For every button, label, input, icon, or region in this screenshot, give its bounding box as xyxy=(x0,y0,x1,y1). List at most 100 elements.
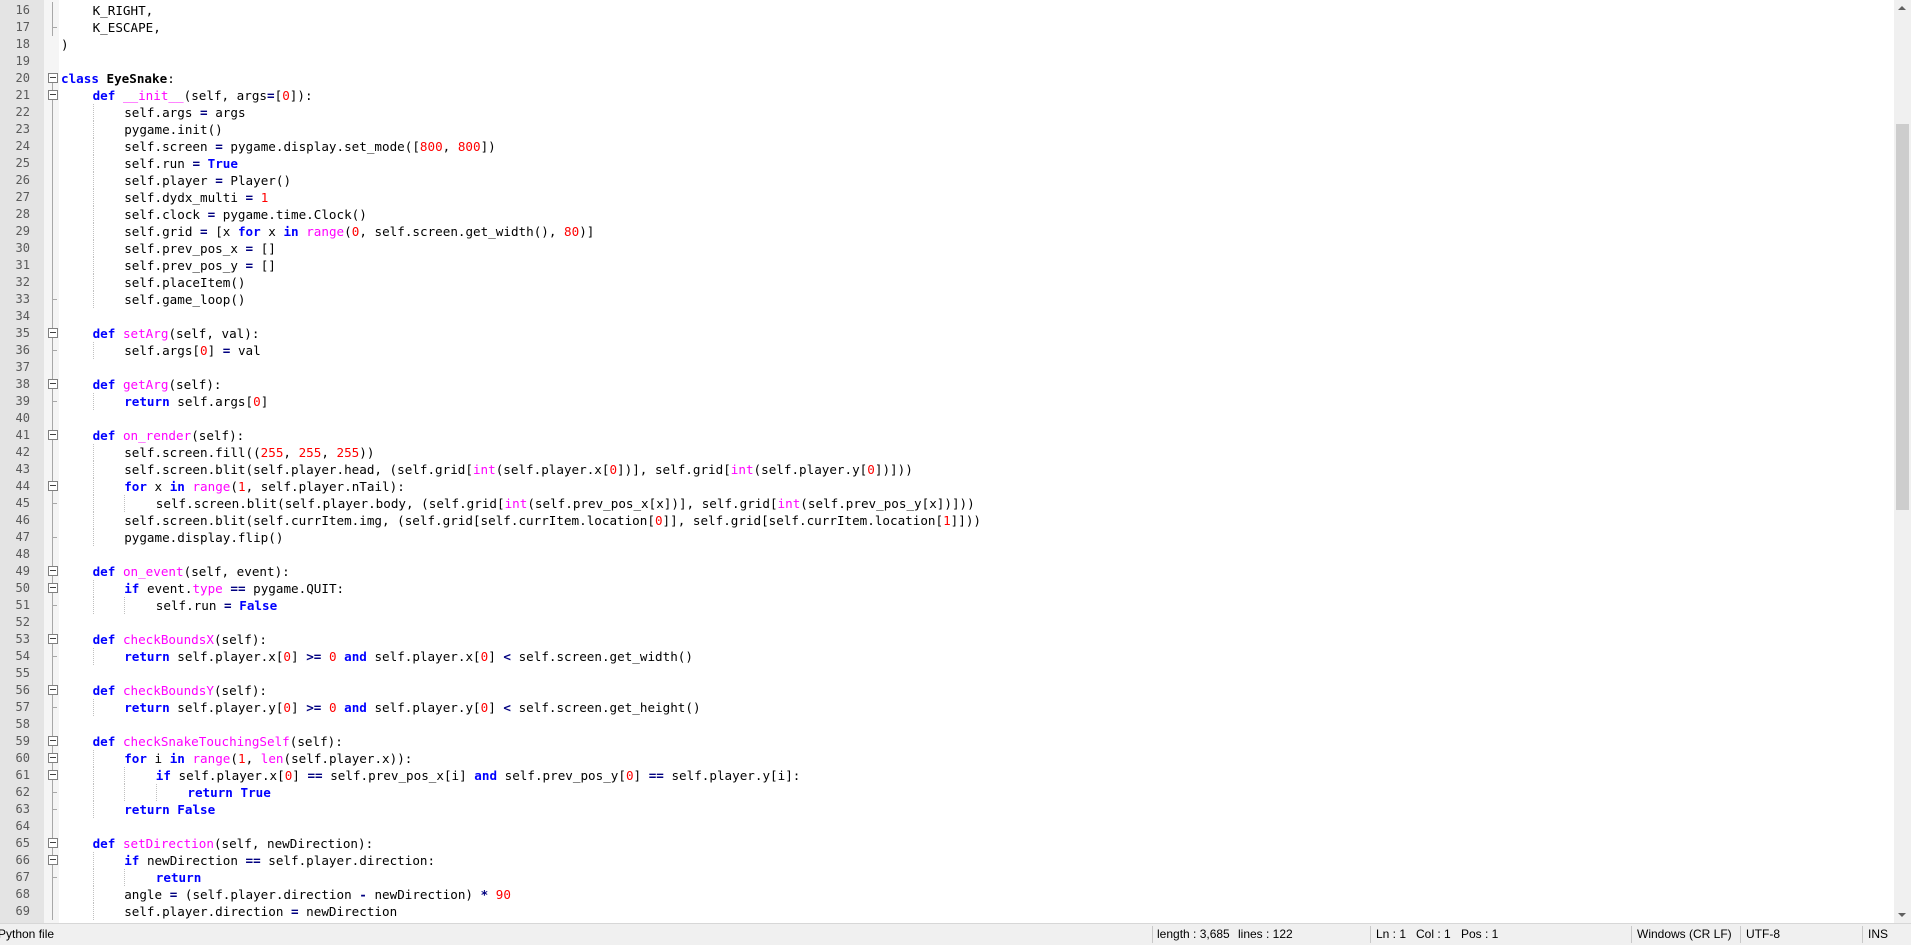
fold-toggle-icon[interactable] xyxy=(48,767,58,784)
code-token: self.screen.get_width() xyxy=(510,649,693,664)
code-line[interactable]: 32 self.placeItem() xyxy=(0,274,1894,291)
scroll-down-button[interactable] xyxy=(1894,906,1911,923)
fold-line xyxy=(48,410,58,427)
code-line[interactable]: 54 return self.player.x[0] >= 0 and self.… xyxy=(0,648,1894,665)
code-line[interactable]: 29 self.grid = [x for x in range(0, self.… xyxy=(0,223,1894,240)
fold-toggle-icon[interactable] xyxy=(48,87,58,104)
scroll-up-button[interactable] xyxy=(1894,0,1911,17)
fold-toggle-icon[interactable] xyxy=(48,631,58,648)
fold-toggle-icon[interactable] xyxy=(48,733,58,750)
fold-toggle-icon[interactable] xyxy=(48,835,58,852)
line-number: 44 xyxy=(15,479,30,493)
code-line[interactable]: 22 self.args = args xyxy=(0,104,1894,121)
code-token: ] xyxy=(488,649,504,664)
code-line[interactable]: 20 class EyeSnake: xyxy=(0,70,1894,87)
fold-line xyxy=(48,716,58,733)
code-line[interactable]: 39 return self.args[0] xyxy=(0,393,1894,410)
code-line[interactable]: 19 xyxy=(0,53,1894,70)
code-line[interactable]: 50 if event.type == pygame.QUIT: xyxy=(0,580,1894,597)
code-line[interactable]: 53 def checkBoundsX(self): xyxy=(0,631,1894,648)
code-line[interactable]: 59 def checkSnakeTouchingSelf(self): xyxy=(0,733,1894,750)
code-line[interactable]: 38 def getArg(self): xyxy=(0,376,1894,393)
fold-blank xyxy=(48,36,58,53)
code-line[interactable]: 21 def __init__(self, args=[0]): xyxy=(0,87,1894,104)
code-line[interactable]: 26 self.player = Player() xyxy=(0,172,1894,189)
fold-toggle-icon[interactable] xyxy=(48,325,58,342)
code-line[interactable]: 65 def setDirection(self, newDirection): xyxy=(0,835,1894,852)
code-token: 0 xyxy=(283,700,292,715)
code-line[interactable]: 41 def on_render(self): xyxy=(0,427,1894,444)
code-line[interactable]: 17 K_ESCAPE, xyxy=(0,19,1894,36)
code-line[interactable]: 35 def setArg(self, val): xyxy=(0,325,1894,342)
code-line[interactable]: 40 xyxy=(0,410,1894,427)
code-line[interactable]: 66 if newDirection == self.player.directi… xyxy=(0,852,1894,869)
code-text: self.run = True xyxy=(124,155,238,172)
code-line[interactable]: 68 angle = (self.player.direction - newDi… xyxy=(0,886,1894,903)
code-editor[interactable]: 16 K_RIGHT, 17 K_ESCAPE, 18) 19 20 class EyeSna… xyxy=(0,0,1894,923)
code-line[interactable]: 58 xyxy=(0,716,1894,733)
status-mode[interactable]: INS xyxy=(1868,924,1888,945)
indent-guide xyxy=(92,801,94,818)
vertical-scrollbar[interactable] xyxy=(1894,0,1911,923)
code-line[interactable]: 42 self.screen.fill((255, 255, 255)) xyxy=(0,444,1894,461)
fold-toggle-icon[interactable] xyxy=(48,852,58,869)
fold-toggle-icon[interactable] xyxy=(48,376,58,393)
code-text: def checkBoundsX(self): xyxy=(93,631,267,648)
fold-toggle-icon[interactable] xyxy=(48,478,58,495)
fold-toggle-icon[interactable] xyxy=(48,427,58,444)
code-token: in xyxy=(169,479,185,494)
code-text: def checkBoundsY(self): xyxy=(93,682,267,699)
line-number: 45 xyxy=(15,496,30,510)
code-line[interactable]: 61 if self.player.x[0] == self.prev_pos_x… xyxy=(0,767,1894,784)
code-text: for x in range(1, self.player.nTail): xyxy=(124,478,405,495)
code-text: def setDirection(self, newDirection): xyxy=(93,835,374,852)
code-line[interactable]: 51 self.run = False xyxy=(0,597,1894,614)
code-line[interactable]: 25 self.run = True xyxy=(0,155,1894,172)
fold-toggle-icon[interactable] xyxy=(48,70,58,87)
code-line[interactable]: 30 self.prev_pos_x = [] xyxy=(0,240,1894,257)
code-line[interactable]: 46 self.screen.blit(self.currItem.img, (s… xyxy=(0,512,1894,529)
indent-guide xyxy=(92,767,94,784)
fold-toggle-icon[interactable] xyxy=(48,750,58,767)
fold-toggle-icon[interactable] xyxy=(48,682,58,699)
code-line[interactable]: 28 self.clock = pygame.time.Clock() xyxy=(0,206,1894,223)
indent-guide xyxy=(92,291,94,308)
code-line[interactable]: 57 return self.player.y[0] >= 0 and self.… xyxy=(0,699,1894,716)
code-line[interactable]: 63 return False xyxy=(0,801,1894,818)
code-line[interactable]: 47 pygame.display.flip() xyxy=(0,529,1894,546)
fold-toggle-icon[interactable] xyxy=(48,580,58,597)
code-line[interactable]: 43 self.screen.blit(self.player.head, (se… xyxy=(0,461,1894,478)
code-line[interactable]: 36 self.args[0] = val xyxy=(0,342,1894,359)
code-line[interactable]: 23 pygame.init() xyxy=(0,121,1894,138)
code-line[interactable]: 34 xyxy=(0,308,1894,325)
code-line[interactable]: 33 self.game_loop() xyxy=(0,291,1894,308)
code-line[interactable]: 52 xyxy=(0,614,1894,631)
code-line[interactable]: 45 self.screen.blit(self.player.body, (se… xyxy=(0,495,1894,512)
code-line[interactable]: 18) xyxy=(0,36,1894,53)
indent-guide xyxy=(92,223,94,240)
code-line[interactable]: 37 xyxy=(0,359,1894,376)
status-eol[interactable]: Windows (CR LF) xyxy=(1637,924,1732,945)
scroll-thumb[interactable] xyxy=(1896,124,1909,510)
code-line[interactable]: 48 xyxy=(0,546,1894,563)
code-line[interactable]: 31 self.prev_pos_y = [] xyxy=(0,257,1894,274)
code-line[interactable]: 60 for i in range(1, len(self.player.x)): xyxy=(0,750,1894,767)
code-line[interactable]: 16 K_RIGHT, xyxy=(0,2,1894,19)
fold-toggle-icon[interactable] xyxy=(48,563,58,580)
code-line[interactable]: 56 def checkBoundsY(self): xyxy=(0,682,1894,699)
code-token: def xyxy=(92,326,116,341)
code-token: 0 xyxy=(328,700,337,715)
code-line[interactable]: 64 xyxy=(0,818,1894,835)
status-encoding[interactable]: UTF-8 xyxy=(1746,924,1780,945)
code-text: self.screen = pygame.display.set_mode([8… xyxy=(124,138,496,155)
code-line[interactable]: 44 for x in range(1, self.player.nTail): xyxy=(0,478,1894,495)
fold-end-marker xyxy=(48,784,58,801)
status-ln: Ln : 1 xyxy=(1376,927,1407,941)
code-line[interactable]: 49 def on_event(self, event): xyxy=(0,563,1894,580)
code-line[interactable]: 69 self.player.direction = newDirection xyxy=(0,903,1894,920)
code-line[interactable]: 27 self.dydx_multi = 1 xyxy=(0,189,1894,206)
code-line[interactable]: 62 return True xyxy=(0,784,1894,801)
code-line[interactable]: 67 return xyxy=(0,869,1894,886)
code-line[interactable]: 55 xyxy=(0,665,1894,682)
code-line[interactable]: 24 self.screen = pygame.display.set_mode(… xyxy=(0,138,1894,155)
